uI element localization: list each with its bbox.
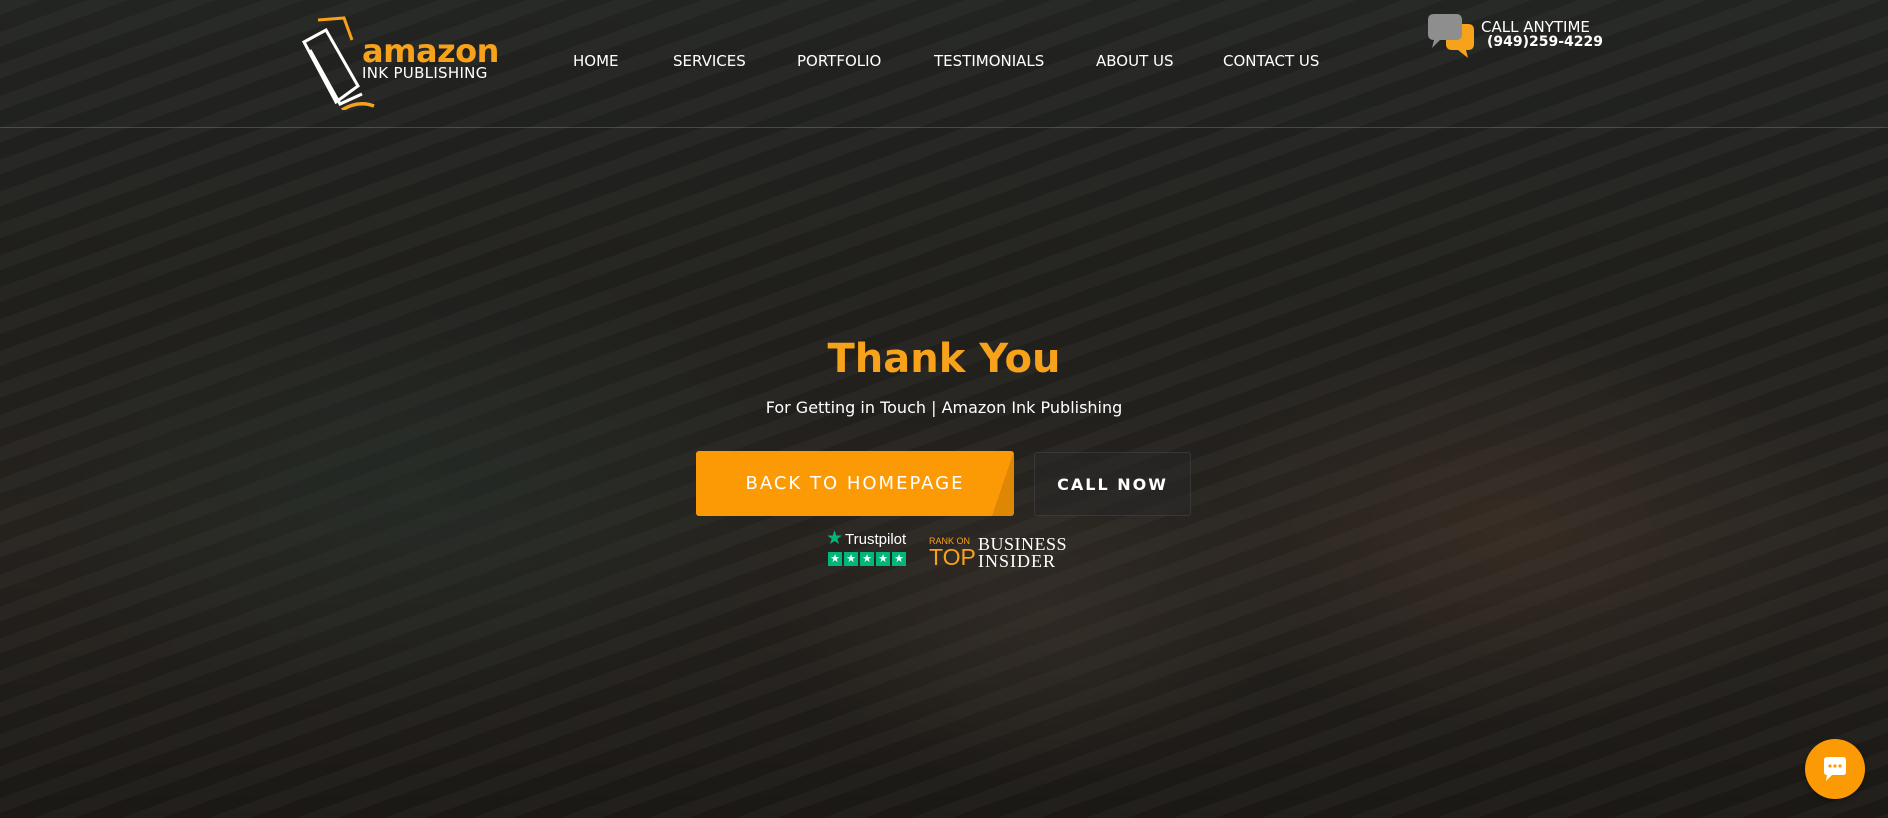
trustpilot-badge[interactable]: ★ Trustpilot ★ ★ ★ ★ ★ (826, 528, 908, 570)
bi-top: TOP (929, 544, 976, 570)
chat-bubbles-icon (1428, 14, 1474, 58)
rating-star-icon: ★ (844, 552, 858, 566)
call-now-button[interactable]: CALL NOW (1034, 452, 1191, 516)
page-title: Thank You (827, 336, 1061, 382)
nav-testimonials[interactable]: TESTIMONIALS (934, 52, 1044, 70)
nav-home[interactable]: HOME (573, 52, 619, 70)
trustpilot-rating: ★ ★ ★ ★ ★ (828, 552, 906, 566)
rating-star-icon: ★ (860, 552, 874, 566)
live-chat-button[interactable] (1805, 739, 1865, 799)
nav-contact-us[interactable]: CONTACT US (1223, 52, 1319, 70)
bi-insider: INSIDER (978, 551, 1056, 571)
rating-star-icon: ★ (892, 552, 906, 566)
business-insider-badge[interactable]: RANK ON TOP BUSINESS INSIDER (929, 534, 1067, 572)
call-anytime[interactable]: CALL ANYTIME (949)259-4229 (1428, 14, 1608, 58)
nav-about-us[interactable]: ABOUT US (1096, 52, 1174, 70)
trustpilot-label: Trustpilot (845, 530, 907, 548)
rating-star-icon: ★ (876, 552, 890, 566)
rating-star-icon: ★ (828, 552, 842, 566)
back-to-homepage-button[interactable]: BACK TO HOMEPAGE (696, 451, 1014, 516)
nav-portfolio[interactable]: PORTFOLIO (797, 52, 881, 70)
nav-services[interactable]: SERVICES (673, 52, 746, 70)
call-phone-number[interactable]: (949)259-4229 (1487, 34, 1603, 50)
page-subtitle: For Getting in Touch | Amazon Ink Publis… (765, 398, 1123, 417)
trustpilot-star-icon: ★ (826, 528, 844, 549)
chat-icon (1824, 757, 1846, 781)
site-header: amazon INK PUBLISHING HOME SERVICES PORT… (0, 0, 1888, 128)
